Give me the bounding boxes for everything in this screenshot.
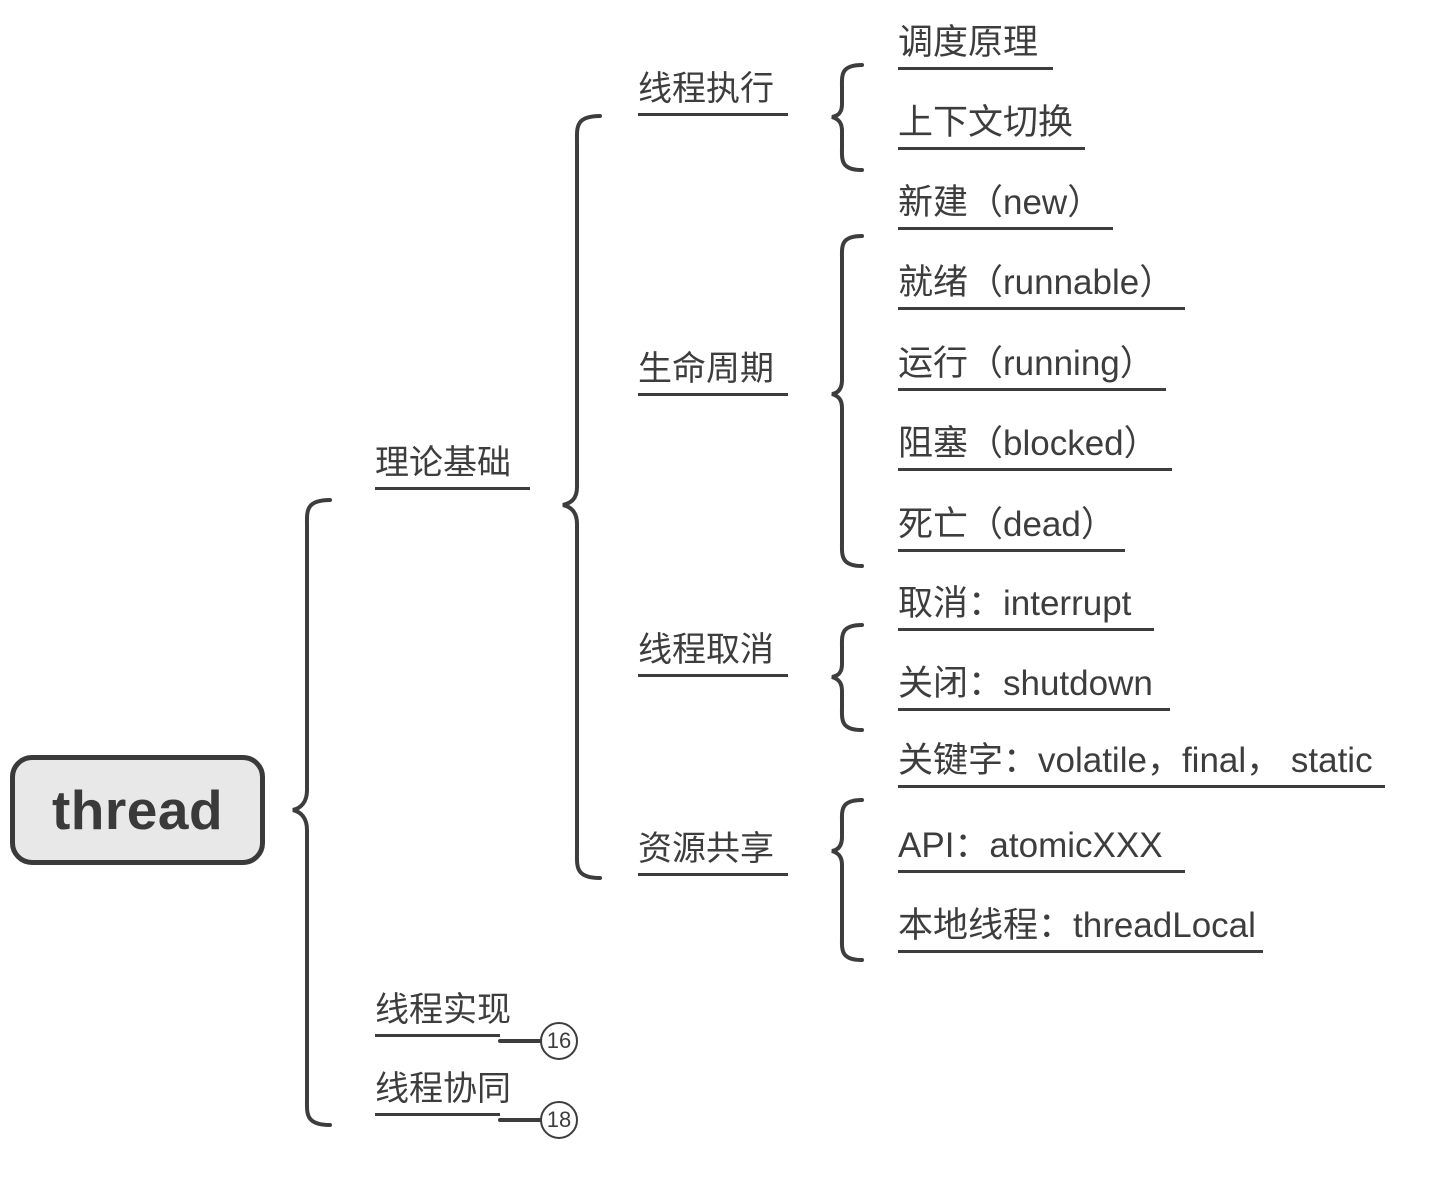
brace-sharing [831, 798, 864, 962]
leaf-state-running[interactable]: 运行（running） [898, 346, 1166, 391]
root-node-label: thread [51, 779, 224, 841]
leaf-cancel-shutdown[interactable]: 关闭：shutdown [898, 666, 1170, 711]
connector-lines [292, 63, 864, 1127]
branch-execution[interactable]: 线程执行 [638, 72, 788, 116]
brace-execution [831, 63, 864, 172]
branch-coordination[interactable]: 线程协同 [375, 1072, 511, 1116]
root-node-thread[interactable]: thread [10, 755, 265, 865]
brace-root [292, 498, 332, 1127]
leaf-cancel-interrupt[interactable]: 取消：interrupt [898, 586, 1154, 631]
leaf-state-runnable[interactable]: 就绪（runnable） [898, 265, 1185, 310]
brace-theory [562, 114, 602, 880]
branch-sharing[interactable]: 资源共享 [638, 832, 788, 876]
badge-implementation[interactable]: 16 [540, 1022, 578, 1060]
leaf-thread-local[interactable]: 本地线程：threadLocal [898, 908, 1263, 953]
leaf-state-blocked[interactable]: 阻塞（blocked） [898, 426, 1172, 471]
leaf-context-switch[interactable]: 上下文切换 [898, 105, 1085, 150]
leaf-api-atomic[interactable]: API：atomicXXX [898, 828, 1185, 873]
mind-map-canvas: thread 理论基础 线程实现 16 线程协同 18 线程执行 生命周期 线程… [0, 0, 1450, 1180]
brace-lifecycle [831, 234, 864, 568]
brace-cancel [831, 623, 864, 732]
branch-theory[interactable]: 理论基础 [375, 446, 530, 490]
branch-lifecycle[interactable]: 生命周期 [638, 352, 788, 396]
leaf-keywords[interactable]: 关键字：volatile，final， static [898, 743, 1385, 788]
badge-coordination[interactable]: 18 [540, 1101, 578, 1139]
branch-cancel[interactable]: 线程取消 [638, 633, 788, 677]
branch-implementation[interactable]: 线程实现 [375, 993, 511, 1037]
leaf-state-dead[interactable]: 死亡（dead） [898, 507, 1125, 552]
leaf-state-new[interactable]: 新建（new） [898, 185, 1113, 230]
leaf-scheduling-principle[interactable]: 调度原理 [898, 25, 1053, 70]
